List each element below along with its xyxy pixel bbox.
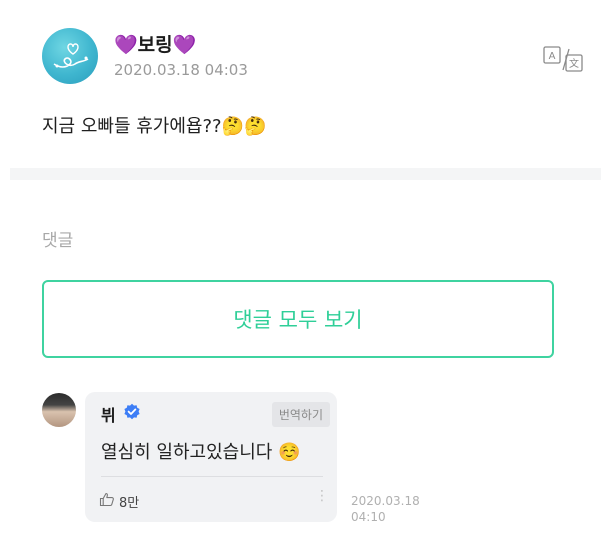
post-header: 💜보링💜 2020.03.18 04:03 A 文	[42, 28, 583, 86]
comment-translate-button[interactable]: 번역하기	[271, 402, 330, 427]
like-button[interactable]: 8만	[99, 492, 139, 511]
comment-card: 뷔 번역하기 열심히 일하고있습니다 ☺️ 8만 ⋮	[85, 392, 337, 522]
verified-badge-icon	[123, 403, 141, 421]
comments-section-title: 댓글	[42, 231, 74, 251]
comment-text: 열심히 일하고있습니다 ☺️	[101, 442, 301, 463]
svg-text:文: 文	[569, 57, 579, 70]
author-avatar[interactable]	[42, 28, 98, 84]
comment-separator	[101, 476, 323, 477]
post-date: 2020.03.18 04:03	[114, 61, 248, 79]
thumbs-up-icon	[99, 492, 115, 511]
post-author-name[interactable]: 💜보링💜	[114, 30, 196, 57]
view-all-comments-button[interactable]: 댓글 모두 보기	[42, 280, 554, 358]
comment-date: 2020.03.18 04:10	[351, 494, 420, 524]
section-divider	[10, 168, 601, 180]
translate-icon[interactable]: A 文	[543, 46, 583, 72]
svg-text:A: A	[549, 51, 556, 62]
post-body: 지금 오빠들 휴가에욥??🤔🤔	[42, 116, 267, 137]
commenter-name[interactable]: 뷔	[101, 402, 116, 426]
like-count: 8만	[119, 496, 140, 511]
more-options-icon[interactable]: ⋮	[315, 488, 329, 504]
commenter-avatar[interactable]	[42, 393, 76, 427]
